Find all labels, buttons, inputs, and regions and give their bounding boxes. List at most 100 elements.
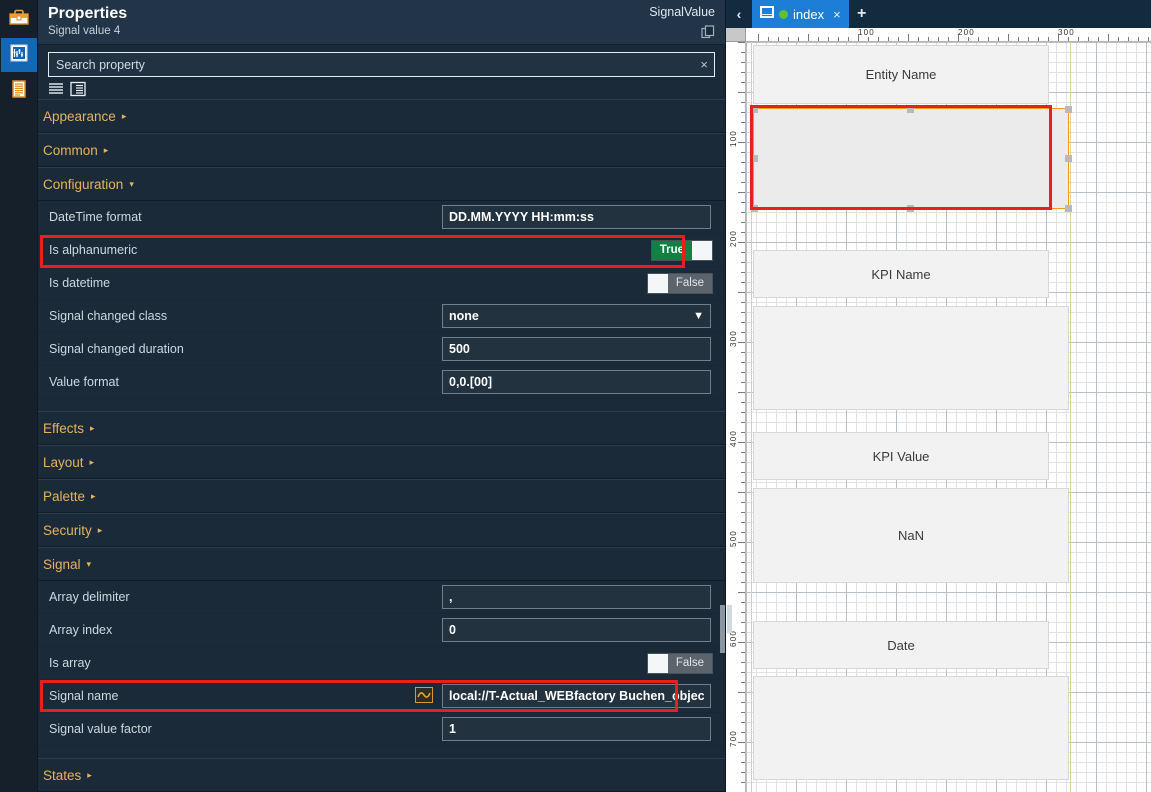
- editor-scrollbar-thumb[interactable]: [727, 605, 732, 633]
- property-label: Signal changed duration: [49, 342, 184, 356]
- array-index-input[interactable]: [442, 618, 711, 642]
- signal-value-factor-input[interactable]: [442, 717, 711, 741]
- datetime-format-input[interactable]: [442, 205, 711, 229]
- widget-label: Entity Name: [865, 67, 937, 82]
- search-clear-icon[interactable]: ×: [700, 57, 708, 73]
- resize-handle-n[interactable]: [907, 106, 914, 113]
- resize-handle-w[interactable]: [751, 155, 758, 162]
- group-configuration[interactable]: Configuration ▾: [38, 167, 725, 201]
- is-array-toggle[interactable]: False: [646, 652, 713, 674]
- add-tab-icon[interactable]: +: [849, 0, 875, 28]
- rail-item-toolbox[interactable]: [1, 2, 37, 36]
- property-label: Is alphanumeric: [49, 243, 138, 257]
- group-common[interactable]: Common ▸: [38, 133, 725, 167]
- page-title: Properties: [48, 5, 128, 22]
- properties-subtitle: Signal value 4: [48, 25, 121, 37]
- widget-type-label: SignalValue: [649, 5, 715, 19]
- ruler-label-v: 300: [729, 330, 738, 347]
- group-label: Security: [43, 522, 92, 538]
- group-layout[interactable]: Layout ▸: [38, 445, 725, 479]
- group-security[interactable]: Security ▸: [38, 513, 725, 547]
- group-label: Configuration: [43, 176, 124, 192]
- rail-item-properties[interactable]: [0, 38, 37, 72]
- property-row-signal-value-factor: Signal value factor: [38, 713, 725, 746]
- chevron-right-icon: ▸: [89, 456, 95, 467]
- tab-scroll-left-icon[interactable]: ‹: [726, 0, 752, 28]
- signal-name-input[interactable]: [442, 684, 711, 708]
- properties-header: Properties Signal value 4 SignalValue: [38, 0, 725, 45]
- signal-waveform-icon[interactable]: [415, 687, 433, 703]
- group-label: Signal: [43, 556, 81, 572]
- kpi-name-widget[interactable]: KPI Name: [753, 250, 1049, 298]
- resize-handle-se[interactable]: [1065, 205, 1072, 212]
- ruler-label-v: 100: [729, 130, 738, 147]
- group-appearance[interactable]: Appearance ▸: [38, 99, 725, 133]
- group-palette[interactable]: Palette ▸: [38, 479, 725, 513]
- group-effects[interactable]: Effects ▸: [38, 411, 725, 445]
- resize-handle-sw[interactable]: [751, 205, 758, 212]
- rail-item-outline[interactable]: [1, 74, 37, 108]
- grouped-view-icon[interactable]: [70, 81, 86, 97]
- horizontal-ruler: 100 200 300 400: [746, 28, 1151, 42]
- entity-value-widget[interactable]: [753, 108, 1069, 209]
- value-format-input[interactable]: [442, 370, 711, 394]
- kpi-value-widget[interactable]: NaN: [753, 488, 1069, 583]
- signal-changed-class-select[interactable]: none ▼: [442, 304, 711, 328]
- editor-tabbar: ‹ index × +: [726, 0, 1151, 28]
- toggle-label: False: [675, 657, 704, 669]
- array-delimiter-input[interactable]: [442, 585, 711, 609]
- kpi-value-label-widget[interactable]: KPI Value: [753, 432, 1049, 480]
- section-spacer: [38, 399, 725, 411]
- group-label: Appearance: [43, 108, 116, 124]
- toggle-label: False: [675, 277, 704, 289]
- widget-label: KPI Value: [872, 448, 930, 464]
- date-value-widget[interactable]: [753, 676, 1069, 780]
- page-icon: [760, 6, 774, 22]
- tab-label: index: [793, 6, 825, 22]
- property-row-array-delimiter: Array delimiter: [38, 581, 725, 614]
- properties-icon: [8, 43, 30, 68]
- is-datetime-toggle[interactable]: False: [646, 272, 713, 294]
- widget-label: NaN: [897, 528, 924, 543]
- property-row-is-array: Is array False: [38, 647, 725, 680]
- widget-label: Date: [887, 637, 915, 653]
- chevron-right-icon: ▸: [121, 110, 127, 121]
- date-label-widget[interactable]: Date: [753, 621, 1049, 669]
- properties-panel: Properties Signal value 4 SignalValue ×: [38, 0, 726, 792]
- ruler-label-h: 300: [1058, 28, 1075, 37]
- toggle-knob: [647, 273, 668, 293]
- ruler-label-v: 400: [729, 430, 738, 447]
- design-canvas[interactable]: Entity Name KPI Name KPI Value NaN Date: [746, 42, 1151, 792]
- group-states[interactable]: States ▸: [38, 758, 725, 792]
- resize-handle-e[interactable]: [1065, 155, 1072, 162]
- group-signal[interactable]: Signal ▾: [38, 547, 725, 581]
- property-label: Signal changed class: [49, 309, 168, 323]
- chevron-right-icon: ▸: [90, 422, 95, 433]
- widget-label: KPI Name: [871, 266, 931, 282]
- toolbox-icon: [8, 7, 30, 32]
- property-label: Is array: [49, 656, 91, 670]
- resize-handle-s[interactable]: [907, 205, 914, 212]
- close-icon[interactable]: ×: [833, 7, 841, 22]
- resize-handle-ne[interactable]: [1065, 106, 1072, 113]
- property-label: Array delimiter: [49, 590, 130, 604]
- entity-name-widget[interactable]: Entity Name: [753, 45, 1049, 104]
- tab-index[interactable]: index ×: [752, 0, 849, 28]
- list-view-icon[interactable]: [48, 81, 64, 97]
- property-label: Value format: [49, 375, 119, 389]
- ruler-corner: [726, 28, 746, 42]
- group-label: States: [43, 767, 82, 783]
- search-input[interactable]: [49, 53, 714, 76]
- signal-changed-duration-input[interactable]: [442, 337, 711, 361]
- is-alphanumeric-toggle[interactable]: True: [650, 239, 713, 261]
- chevron-down-icon: ▾: [129, 178, 134, 189]
- properties-scrollbar-thumb[interactable]: [720, 605, 725, 653]
- copy-icon[interactable]: [701, 25, 715, 39]
- kpi-body-widget[interactable]: [753, 306, 1069, 410]
- property-row-is-alphanumeric: Is alphanumeric True: [38, 234, 725, 267]
- chevron-right-icon: ▸: [91, 490, 96, 501]
- search-box[interactable]: ×: [48, 52, 715, 77]
- group-label: Common: [43, 142, 98, 158]
- resize-handle-nw[interactable]: [751, 106, 758, 113]
- property-label: Is datetime: [49, 276, 111, 290]
